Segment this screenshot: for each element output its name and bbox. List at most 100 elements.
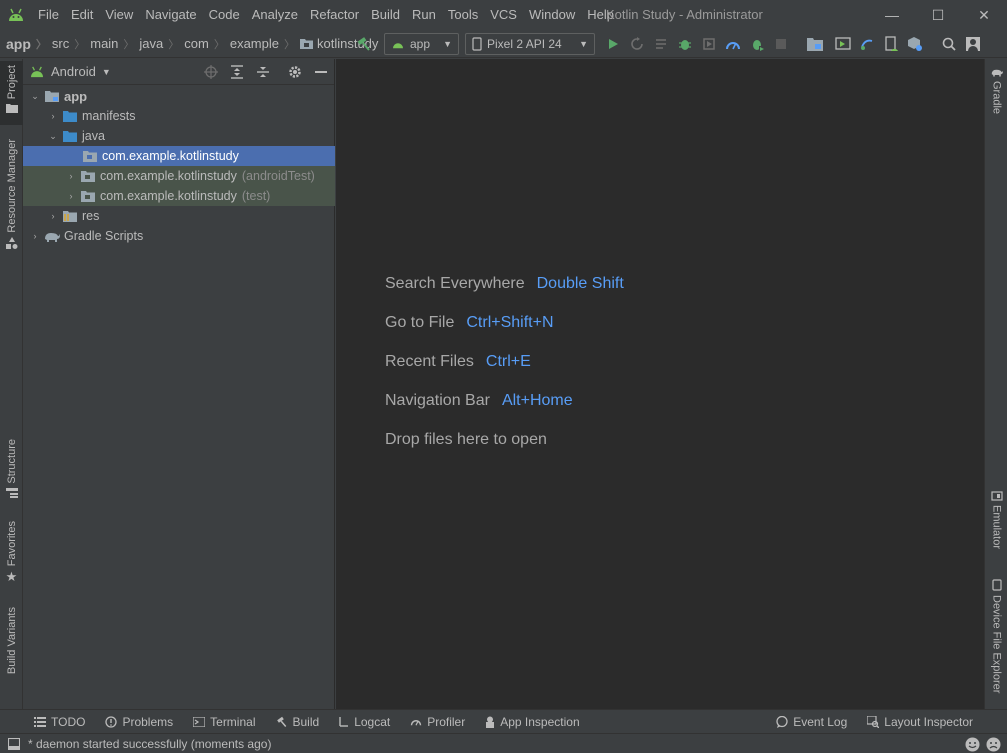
chevron-down-icon[interactable]: ⌄: [27, 91, 43, 102]
menu-analyze[interactable]: Analyze: [246, 0, 304, 30]
menu-file[interactable]: File: [32, 0, 65, 30]
menu-build[interactable]: Build: [365, 0, 406, 30]
menu-vcs[interactable]: VCS: [484, 0, 523, 30]
breadcrumb-item-com[interactable]: com 〉: [184, 36, 230, 52]
sync-gradle-icon[interactable]: [855, 32, 879, 56]
chevron-down-icon[interactable]: ⌄: [45, 131, 61, 142]
logcat-icon: [339, 716, 349, 727]
attach-debugger-icon[interactable]: [745, 32, 769, 56]
menu-run[interactable]: Run: [406, 0, 442, 30]
tab-project[interactable]: Project: [0, 61, 23, 125]
chevron-right-icon[interactable]: ›: [63, 171, 79, 181]
tab-logcat[interactable]: Logcat: [329, 710, 400, 734]
android-icon: [29, 66, 45, 78]
tab-event-log[interactable]: Event Log: [766, 710, 857, 734]
tree-item-package-main[interactable]: com.example.kotlinstudy: [23, 146, 335, 166]
tree-item-app[interactable]: ⌄ app: [23, 86, 335, 106]
tree-item-java[interactable]: ⌄ java: [23, 126, 335, 146]
menu-view[interactable]: View: [99, 0, 139, 30]
tab-layout-inspector[interactable]: Layout Inspector: [857, 710, 983, 734]
project-panel-tools: [198, 59, 334, 85]
tree-item-res[interactable]: › res: [23, 206, 335, 226]
run-with-coverage-icon[interactable]: [697, 32, 721, 56]
bottom-right-tabs: Event Log Layout Inspector: [766, 710, 983, 734]
sdk-manager-icon[interactable]: [879, 32, 903, 56]
feedback-smile-icon[interactable]: [965, 737, 980, 752]
android-icon: [391, 39, 405, 49]
tab-terminal[interactable]: Terminal: [183, 710, 265, 734]
profiler-gauge-icon[interactable]: [721, 32, 745, 56]
breadcrumb-item-app[interactable]: app 〉: [6, 36, 52, 52]
run-icon[interactable]: [601, 32, 625, 56]
android-studio-logo-icon: [0, 0, 32, 30]
locate-crosshair-icon[interactable]: [198, 60, 224, 84]
project-panel: Android ▼ ⌄ app › manifests ⌄ java com.e…: [23, 59, 335, 709]
tab-todo[interactable]: TODO: [0, 710, 95, 734]
run-config-select[interactable]: app ▼: [384, 33, 459, 55]
collapse-all-icon[interactable]: [250, 60, 276, 84]
editor-area[interactable]: Search Everywhere Double Shift Go to Fil…: [336, 59, 984, 709]
menu-edit[interactable]: Edit: [65, 0, 99, 30]
maximize-button[interactable]: ☐: [915, 0, 961, 30]
tree-item-manifests[interactable]: › manifests: [23, 106, 335, 126]
debug-bug-icon[interactable]: [673, 32, 697, 56]
breadcrumb-item-java[interactable]: java 〉: [139, 36, 184, 52]
tree-item-package-androidtest[interactable]: › com.example.kotlinstudy (androidTest): [23, 166, 335, 186]
shortcut-navigation-bar[interactable]: Alt+Home: [502, 392, 573, 410]
breadcrumb-item-example[interactable]: example 〉: [230, 36, 300, 52]
shortcut-go-to-file[interactable]: Ctrl+Shift+N: [466, 314, 553, 332]
tree-item-package-test[interactable]: › com.example.kotlinstudy (test): [23, 186, 335, 206]
tab-emulator[interactable]: Emulator: [985, 491, 1007, 563]
tab-structure[interactable]: Structure: [0, 439, 23, 507]
shortcut-recent-files[interactable]: Ctrl+E: [486, 353, 531, 371]
tab-build[interactable]: Build: [266, 710, 330, 734]
menu-code[interactable]: Code: [203, 0, 246, 30]
stop-icon[interactable]: [769, 32, 793, 56]
apply-code-changes-icon[interactable]: [649, 32, 673, 56]
apply-changes-icon[interactable]: [625, 32, 649, 56]
tab-favorites[interactable]: Favorites ★: [0, 521, 23, 591]
right-tool-stripe: Gradle Emulator Device File Explorer: [984, 59, 1007, 709]
chevron-right-icon[interactable]: ›: [45, 111, 61, 121]
tab-gradle[interactable]: Gradle: [985, 67, 1007, 127]
chevron-down-icon[interactable]: ▼: [102, 67, 111, 77]
tab-device-file-explorer[interactable]: Device File Explorer: [985, 579, 1007, 701]
hint-go-to-file: Go to File Ctrl+Shift+N: [385, 313, 554, 332]
breadcrumb-item-src[interactable]: src 〉: [52, 36, 90, 52]
tab-app-inspection[interactable]: App Inspection: [475, 710, 589, 734]
chevron-right-icon[interactable]: ›: [45, 211, 61, 221]
minimize-button[interactable]: —: [869, 0, 915, 30]
user-avatar-icon[interactable]: [961, 32, 985, 56]
search-icon[interactable]: [937, 32, 961, 56]
avd-manager-icon[interactable]: [903, 32, 927, 56]
device-manager-icon[interactable]: [831, 32, 855, 56]
gear-icon[interactable]: [282, 60, 308, 84]
close-window-button[interactable]: ✕: [961, 0, 1007, 30]
device-select[interactable]: Pixel 2 API 24 ▼: [465, 33, 595, 55]
breadcrumb-item-main[interactable]: main 〉: [90, 36, 139, 52]
expand-all-icon[interactable]: [224, 60, 250, 84]
toggle-tool-windows-icon[interactable]: [8, 737, 20, 750]
status-message[interactable]: * daemon started successfully (moments a…: [28, 737, 271, 751]
chevron-right-icon[interactable]: ›: [63, 191, 79, 201]
package-folder-icon: [79, 190, 97, 202]
feedback-frown-icon[interactable]: [986, 737, 1001, 752]
menu-window[interactable]: Window: [523, 0, 581, 30]
tab-resource-manager[interactable]: Resource Manager: [0, 139, 23, 255]
tab-build-variants[interactable]: Build Variants: [0, 607, 23, 687]
shortcut-search-everywhere[interactable]: Double Shift: [537, 275, 624, 293]
menu-refactor[interactable]: Refactor: [304, 0, 365, 30]
folder-icon: [5, 103, 18, 114]
tab-problems[interactable]: Problems: [95, 710, 183, 734]
hide-panel-icon[interactable]: [308, 60, 334, 84]
menu-navigate[interactable]: Navigate: [139, 0, 202, 30]
make-project-hammer-icon[interactable]: [352, 32, 376, 56]
project-structure-icon[interactable]: [803, 32, 827, 56]
chevron-right-icon[interactable]: ›: [27, 231, 43, 241]
window-controls: — ☐ ✕: [869, 0, 1007, 30]
menu-tools[interactable]: Tools: [442, 0, 484, 30]
tree-item-gradle-scripts[interactable]: › Gradle Scripts: [23, 226, 335, 246]
project-view-select[interactable]: Android: [51, 64, 96, 79]
editor-empty-hints: Search Everywhere Double Shift Go to Fil…: [385, 264, 624, 459]
tab-profiler[interactable]: Profiler: [400, 710, 475, 734]
